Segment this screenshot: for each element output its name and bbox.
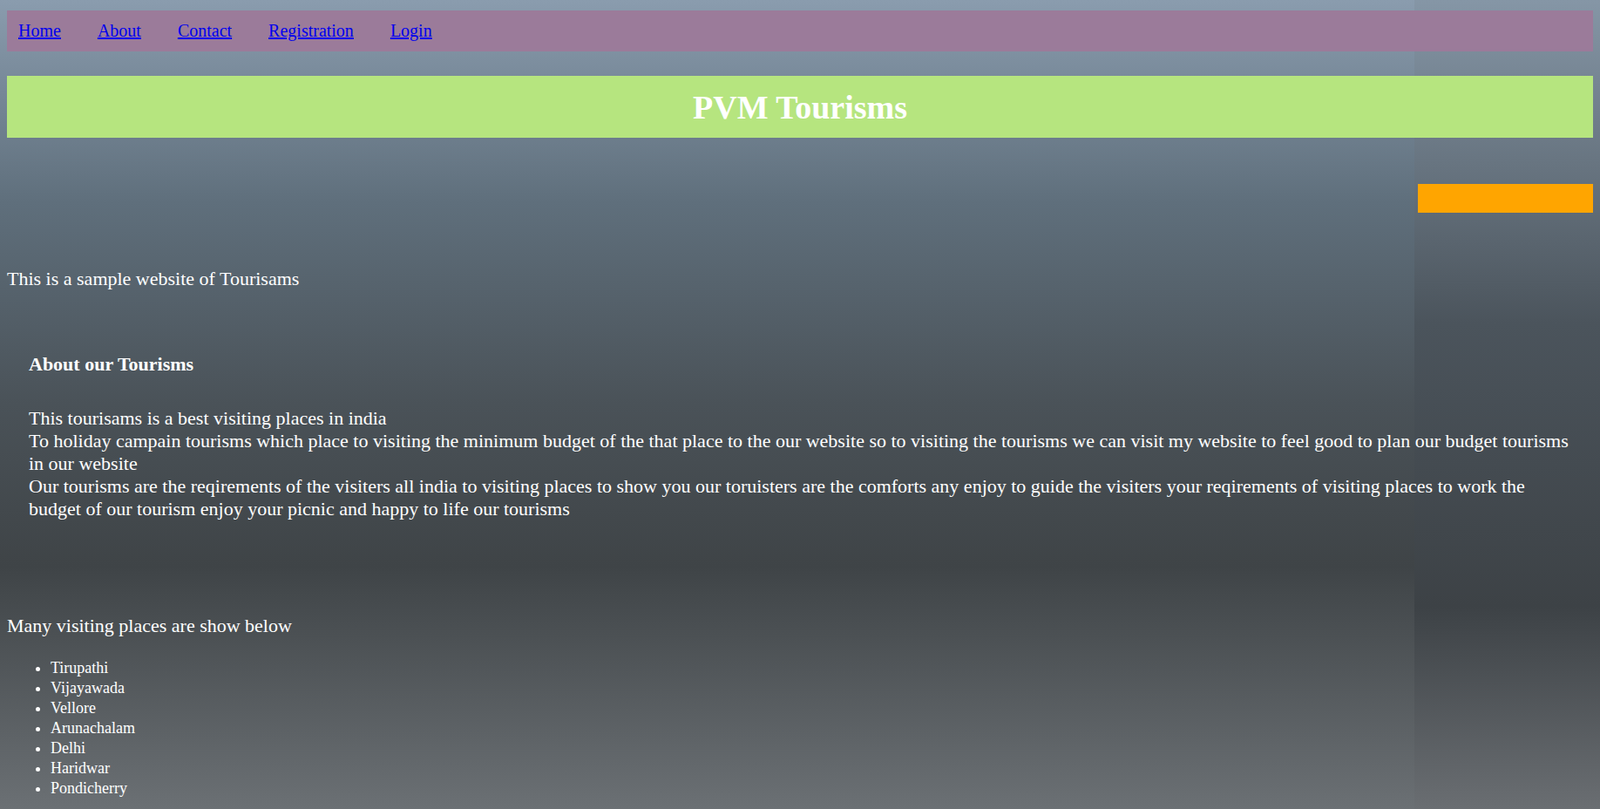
nav-bar: Home About Contact Registration Login	[6, 10, 1594, 52]
place-item: Delhi	[50, 738, 1600, 759]
nav-link[interactable]: Login	[390, 20, 433, 41]
site-title: PVM Tourisms	[692, 88, 908, 127]
about-heading: About our Tourisms	[28, 352, 1574, 376]
place-item: Haridwar	[50, 758, 1600, 779]
place-item: Vijayawada	[50, 677, 1600, 699]
intro-text: This is a sample website of Tourisams	[6, 267, 1600, 291]
places-list: TirupathiVijayawadaVelloreArunachalamDel…	[0, 657, 1600, 799]
page: Home About Contact Registration Login PVM Tou…	[0, 0, 1600, 809]
place-item: Vellore	[50, 698, 1600, 719]
about-paragraph: To holiday campain tourisms which place …	[28, 429, 1574, 475]
nav-link[interactable]: About	[97, 20, 142, 41]
nav-link[interactable]: Home	[18, 20, 62, 41]
places-heading: Many visiting places are show below	[6, 614, 1600, 638]
site-header: PVM Tourisms	[6, 75, 1594, 138]
nav-link[interactable]: Registration	[268, 20, 354, 41]
nav-link[interactable]: Contact	[177, 20, 232, 41]
place-item: Tirupathi	[50, 657, 1600, 678]
orange-bar	[1417, 183, 1594, 213]
about-section: About our Tourisms This tourisams is a be…	[0, 352, 1600, 521]
place-item: Arunachalam	[50, 718, 1600, 739]
about-body: This tourisams is a best visiting places…	[28, 406, 1574, 521]
about-paragraph: This tourisams is a best visiting places…	[28, 406, 1574, 430]
place-item: Pondicherry	[50, 778, 1600, 799]
about-paragraph: Our tourisms are the reqirements of the …	[28, 474, 1574, 521]
content: Home About Contact Registration Login PVM Tou…	[0, 0, 1600, 799]
